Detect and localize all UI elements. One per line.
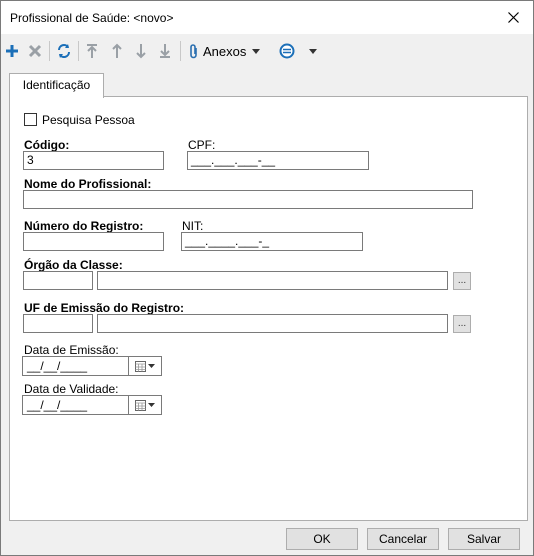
tab-identificacao[interactable]: Identificação [9, 73, 104, 98]
pesquisa-pessoa-label: Pesquisa Pessoa [42, 113, 135, 127]
uf-emissao-lookup-button[interactable]: ... [453, 315, 471, 333]
move-down-button[interactable] [134, 40, 148, 62]
nit-input[interactable]: ___.____.___-_ [181, 232, 363, 251]
close-icon [507, 12, 519, 23]
chevron-down-icon [252, 48, 261, 54]
calendar-icon [135, 399, 146, 411]
move-up-button[interactable] [110, 40, 124, 62]
salvar-button[interactable]: Salvar [448, 528, 520, 550]
data-validade-field[interactable]: __/__/____ [22, 395, 162, 415]
arrow-bottom-icon [160, 44, 170, 58]
numero-registro-input[interactable] [23, 232, 164, 251]
plus-icon [6, 45, 18, 57]
chevron-down-icon [148, 364, 155, 368]
move-first-button[interactable] [85, 40, 99, 62]
codigo-label: Código: [24, 138, 70, 152]
anexos-button[interactable]: Anexos [189, 40, 261, 62]
data-validade-label: Data de Validade: [24, 382, 119, 396]
ok-button[interactable]: OK [286, 528, 358, 550]
data-emissao-picker-button[interactable] [128, 357, 161, 375]
nome-profissional-label: Nome do Profissional: [24, 177, 152, 191]
arrow-up-icon [112, 43, 122, 58]
uf-emissao-code-input[interactable] [23, 314, 93, 333]
orgao-classe-lookup-button[interactable]: ... [453, 272, 471, 290]
anexos-label: Anexos [203, 43, 247, 59]
toolbar-separator [180, 41, 181, 61]
delete-button[interactable] [28, 40, 42, 62]
calendar-icon [135, 360, 146, 372]
nome-profissional-input[interactable] [23, 190, 473, 209]
tab-panel-identificacao: Pesquisa Pessoa Código: 3 CPF: ___.___._… [9, 96, 528, 521]
cpf-label: CPF: [188, 138, 216, 152]
chevron-down-icon [309, 48, 317, 54]
nit-label: NIT: [182, 219, 204, 233]
codigo-input[interactable]: 3 [23, 151, 164, 170]
orgao-classe-label: Órgão da Classe: [24, 258, 123, 272]
toolbar-separator [49, 41, 50, 61]
arrow-down-icon [136, 44, 146, 59]
refresh-button[interactable] [56, 40, 72, 62]
uf-emissao-label: UF de Emissão do Registro: [24, 301, 185, 315]
pesquisa-pessoa-checkbox[interactable] [24, 113, 37, 126]
options-icon [279, 43, 295, 59]
dialog-window: Profissional de Saúde: <novo> Anexos Ide… [0, 0, 534, 556]
cpf-input[interactable]: ___.___.___-__ [187, 151, 369, 170]
title-bar: Profissional de Saúde: <novo> [1, 1, 533, 34]
data-validade-value: __/__/____ [27, 398, 88, 412]
cancelar-button[interactable]: Cancelar [367, 528, 439, 550]
x-icon [28, 44, 42, 58]
add-button[interactable] [5, 40, 19, 62]
move-last-button[interactable] [158, 40, 172, 62]
data-emissao-field[interactable]: __/__/____ [22, 356, 162, 376]
options-menu-button[interactable] [279, 40, 317, 62]
refresh-icon [58, 44, 70, 58]
window-title: Profissional de Saúde: <novo> [10, 11, 174, 25]
arrow-top-icon [87, 44, 97, 58]
orgao-classe-code-input[interactable] [23, 271, 93, 290]
toolbar: Anexos [1, 36, 533, 66]
data-validade-picker-button[interactable] [128, 396, 161, 414]
orgao-classe-description-input[interactable] [97, 271, 448, 290]
data-emissao-label: Data de Emissão: [24, 343, 119, 357]
paperclip-icon [190, 44, 197, 59]
close-button[interactable] [493, 1, 533, 34]
toolbar-separator [78, 41, 79, 61]
uf-emissao-description-input[interactable] [97, 314, 448, 333]
data-emissao-value: __/__/____ [27, 359, 88, 373]
numero-registro-label: Número do Registro: [24, 219, 144, 233]
chevron-down-icon [148, 403, 155, 407]
